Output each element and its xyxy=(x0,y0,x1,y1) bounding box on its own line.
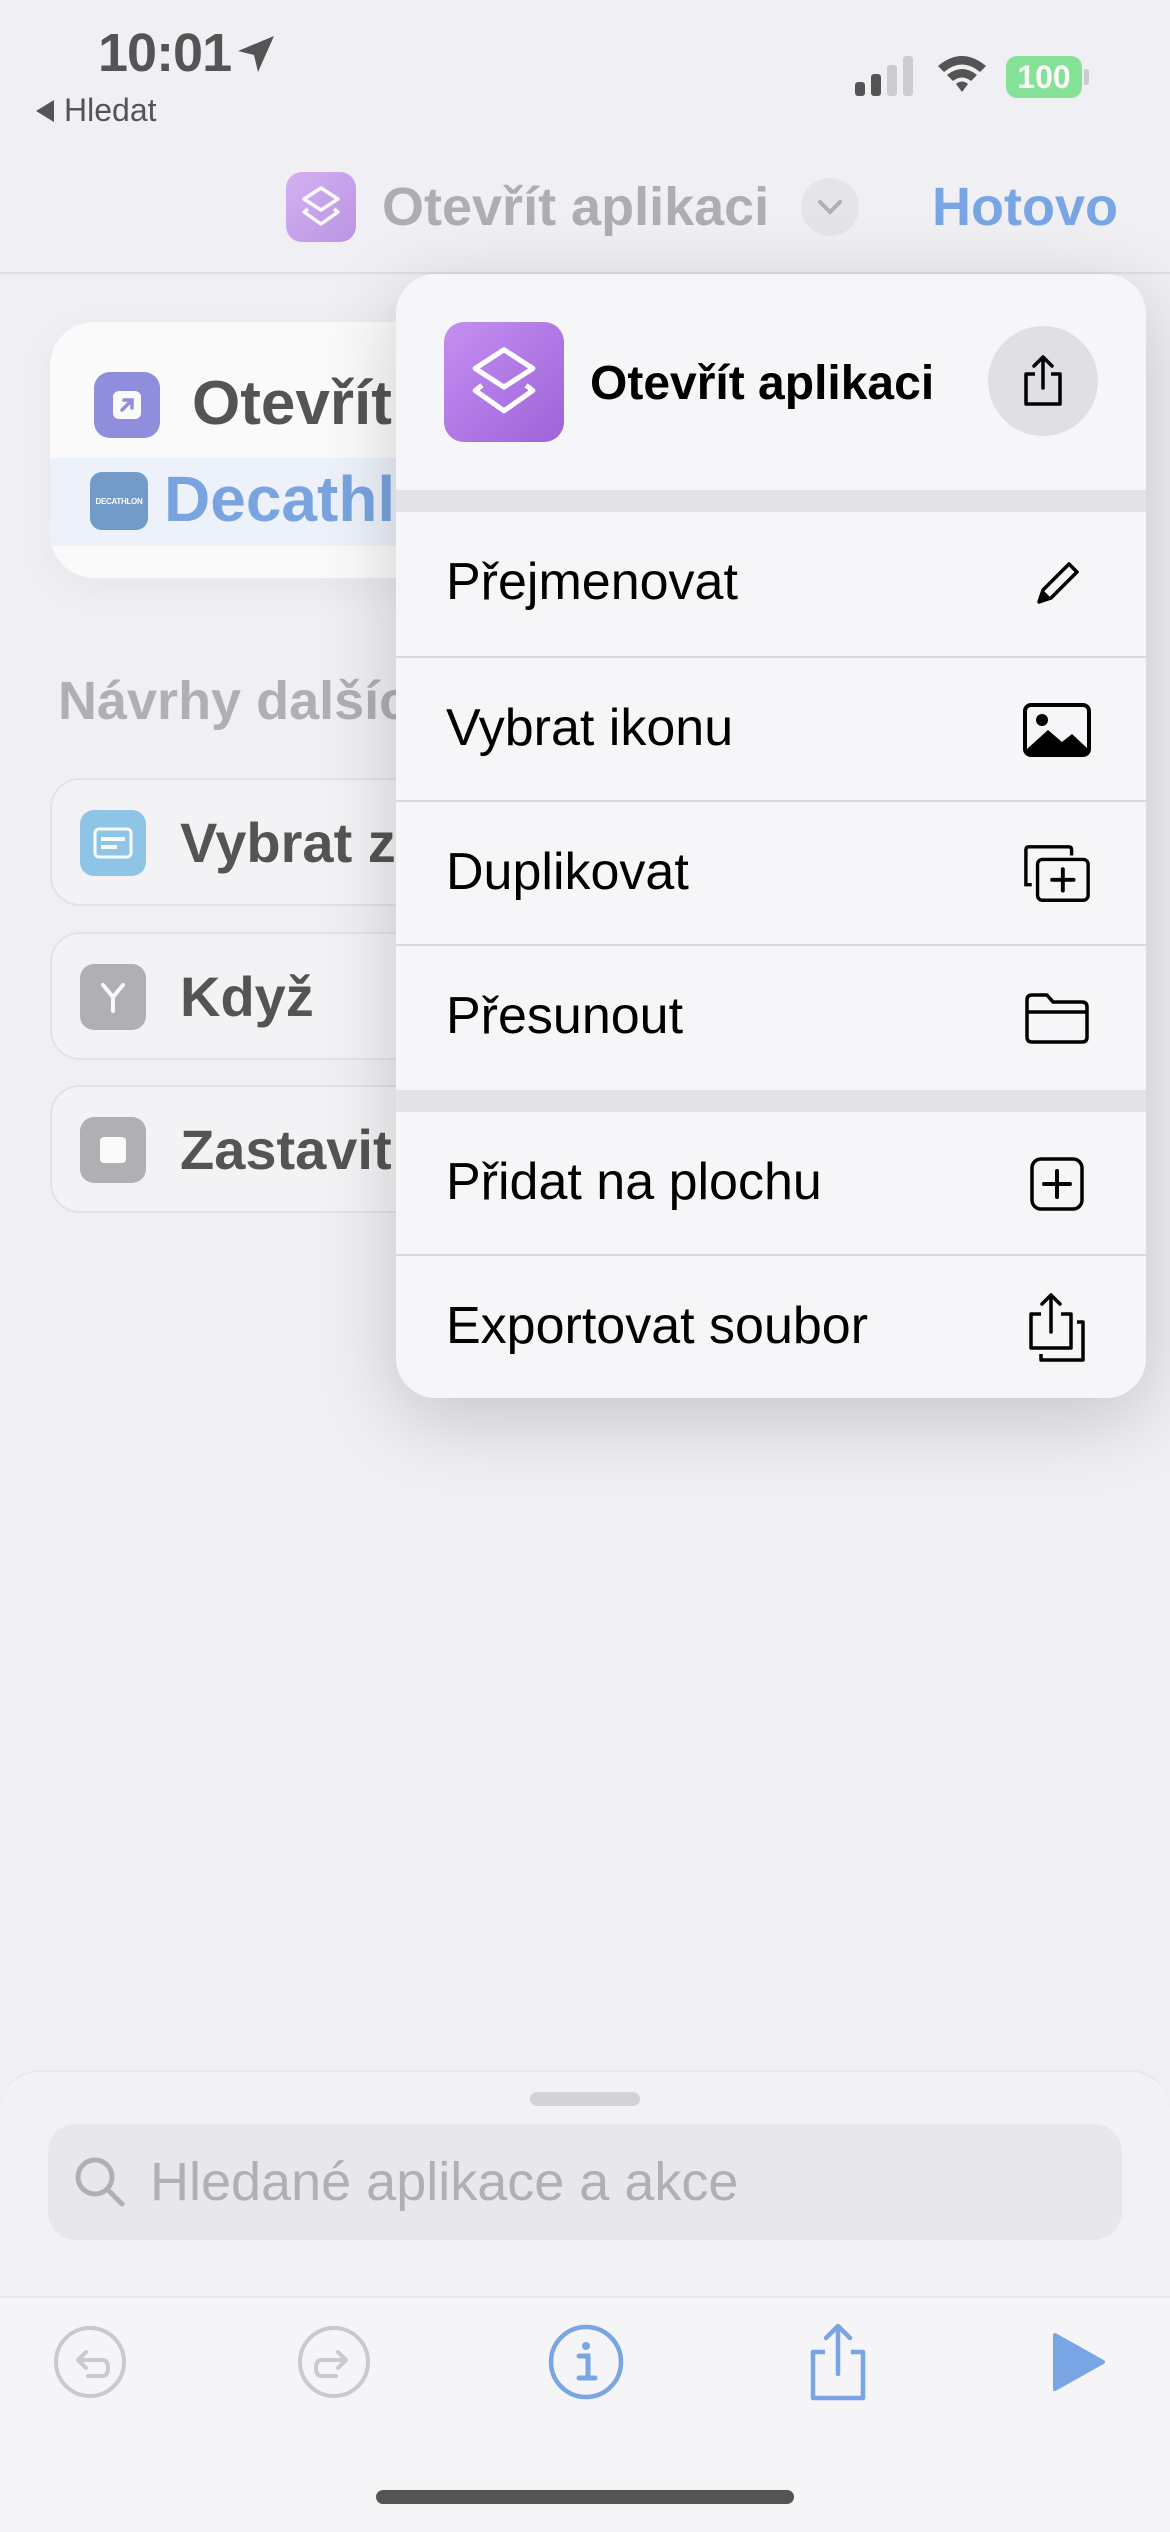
add-square-icon xyxy=(1022,1152,1092,1216)
menu-share-button[interactable] xyxy=(988,326,1098,436)
shortcut-options-menu: Otevřít aplikaci Přejmenovat Vybrat ikon… xyxy=(396,274,1146,1398)
menu-item-rename[interactable]: Přejmenovat xyxy=(396,512,1146,656)
menu-item-label: Exportovat soubor xyxy=(446,1297,869,1355)
share-icon xyxy=(1024,355,1062,406)
pencil-icon xyxy=(1022,552,1092,616)
menu-shortcut-icon xyxy=(444,322,564,442)
menu-item-move[interactable]: Přesunout xyxy=(396,946,1146,1090)
export-file-icon xyxy=(1022,1293,1092,1362)
menu-item-duplicate[interactable]: Duplikovat xyxy=(396,802,1146,946)
menu-title: Otevřít aplikaci xyxy=(590,357,935,410)
menu-item-label: Přejmenovat xyxy=(446,553,738,611)
menu-item-choose-icon[interactable]: Vybrat ikonu xyxy=(396,658,1146,802)
menu-item-export-file[interactable]: Exportovat soubor xyxy=(396,1256,1146,1398)
menu-group-gap xyxy=(396,1090,1146,1112)
duplicate-icon xyxy=(1022,842,1092,906)
menu-item-label: Vybrat ikonu xyxy=(446,699,734,757)
menu-item-label: Přesunout xyxy=(446,987,684,1045)
menu-group-gap xyxy=(396,490,1146,512)
menu-item-label: Přidat na plochu xyxy=(446,1153,822,1211)
menu-item-add-to-home[interactable]: Přidat na plochu xyxy=(396,1112,1146,1256)
menu-header: Otevřít aplikaci xyxy=(396,274,1146,490)
shortcuts-layers-icon xyxy=(472,347,536,414)
folder-icon xyxy=(1022,986,1092,1050)
menu-item-label: Duplikovat xyxy=(446,843,689,901)
photo-icon xyxy=(1022,698,1092,762)
